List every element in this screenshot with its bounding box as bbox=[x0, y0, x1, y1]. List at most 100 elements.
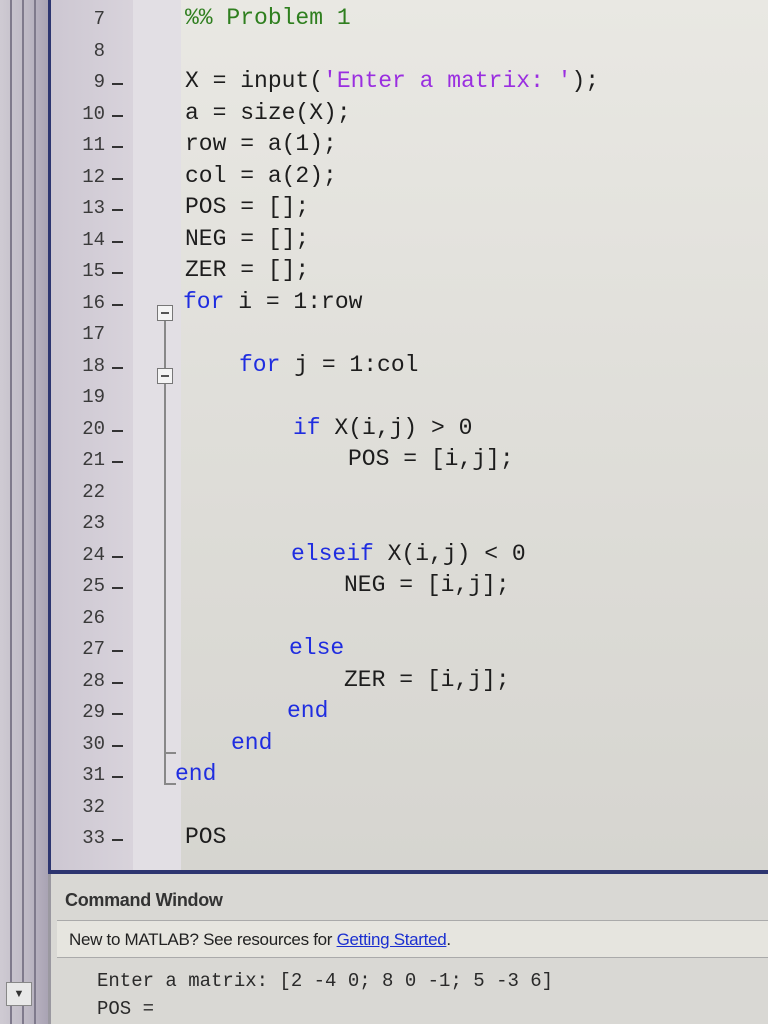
code-token: POS = []; bbox=[185, 194, 310, 220]
code-token: X(i,j) > 0 bbox=[320, 414, 473, 441]
code-token: ); bbox=[571, 68, 600, 94]
breakpoint-marker[interactable] bbox=[112, 681, 123, 684]
code-line[interactable]: else bbox=[289, 635, 344, 661]
left-panel-edge bbox=[0, 0, 48, 1024]
breakpoint-marker[interactable] bbox=[112, 177, 123, 180]
code-token: a = size(X); bbox=[185, 99, 351, 126]
breakpoint-marker[interactable] bbox=[112, 587, 123, 589]
breakpoint-marker[interactable] bbox=[112, 240, 123, 243]
code-token: POS bbox=[185, 824, 227, 850]
code-line[interactable]: ZER = []; bbox=[185, 257, 309, 283]
code-token: NEG = [i,j]; bbox=[344, 572, 510, 598]
code-line[interactable]: for i = 1:row bbox=[183, 289, 362, 315]
code-line[interactable]: if X(i,j) > 0 bbox=[293, 415, 472, 441]
line-number: 18 bbox=[82, 354, 105, 377]
console-line: Enter a matrix: [2 -4 0; 8 0 -1; 5 -3 6] bbox=[97, 970, 554, 992]
line-number: 27 bbox=[82, 638, 105, 660]
breakpoint-marker[interactable] bbox=[112, 209, 123, 211]
code-line[interactable]: ZER = [i,j]; bbox=[344, 667, 510, 693]
breakpoint-marker[interactable] bbox=[112, 744, 123, 747]
keyword-token: end bbox=[231, 729, 273, 756]
code-line[interactable]: NEG = []; bbox=[185, 226, 309, 252]
scroll-down-icon[interactable]: ▼ bbox=[6, 982, 32, 1006]
banner-period: . bbox=[446, 930, 451, 949]
fold-toggle-icon[interactable] bbox=[157, 368, 173, 384]
code-line[interactable]: %% Problem 1 bbox=[185, 5, 351, 31]
keyword-token: end bbox=[287, 698, 329, 724]
code-line[interactable]: POS bbox=[185, 824, 226, 850]
code-token: ZER = [i,j]; bbox=[344, 666, 510, 693]
code-line[interactable]: end bbox=[287, 698, 328, 724]
code-line[interactable]: a = size(X); bbox=[185, 100, 351, 126]
line-number: 13 bbox=[82, 197, 105, 219]
code-line[interactable]: POS = []; bbox=[185, 194, 309, 220]
command-window[interactable]: Command Window New to MATLAB? See resour… bbox=[48, 874, 768, 1024]
breakpoint-marker[interactable] bbox=[112, 776, 123, 778]
comment-token: %% Problem 1 bbox=[185, 5, 351, 31]
breakpoint-marker[interactable] bbox=[112, 83, 123, 85]
banner-message: New to MATLAB? See resources for bbox=[69, 930, 337, 949]
getting-started-link[interactable]: Getting Started bbox=[337, 930, 447, 949]
line-number: 10 bbox=[82, 102, 105, 125]
line-number: 19 bbox=[82, 386, 105, 408]
code-line[interactable]: end bbox=[231, 730, 272, 756]
fold-toggle-icon[interactable] bbox=[157, 305, 173, 321]
breakpoint-marker[interactable] bbox=[112, 114, 123, 117]
code-line[interactable]: POS = [i,j]; bbox=[348, 446, 514, 472]
line-number: 15 bbox=[82, 260, 105, 282]
breakpoint-marker[interactable] bbox=[112, 429, 123, 432]
code-line[interactable]: for j = 1:col bbox=[239, 352, 418, 378]
line-number: 23 bbox=[82, 512, 105, 534]
line-number: 7 bbox=[93, 8, 105, 30]
keyword-token: if bbox=[293, 414, 321, 441]
code-line[interactable]: NEG = [i,j]; bbox=[344, 572, 510, 598]
line-number: 29 bbox=[82, 701, 105, 723]
line-number: 28 bbox=[82, 669, 105, 692]
line-number: 17 bbox=[82, 323, 105, 345]
line-number: 16 bbox=[82, 291, 105, 314]
line-number: 22 bbox=[82, 480, 105, 503]
line-number: 31 bbox=[82, 764, 105, 786]
code-line[interactable]: end bbox=[175, 761, 216, 787]
breakpoint-marker[interactable] bbox=[112, 303, 123, 306]
code-editor[interactable]: 7 %% Problem 1 8 9 X = input('Enter a matrix… bbox=[48, 0, 768, 874]
breakpoint-marker[interactable] bbox=[112, 146, 123, 148]
breakpoint-marker[interactable] bbox=[112, 839, 123, 841]
breakpoint-marker[interactable] bbox=[112, 272, 123, 274]
keyword-token: elseif bbox=[291, 540, 374, 567]
line-number: 25 bbox=[82, 575, 105, 597]
breakpoint-marker[interactable] bbox=[112, 461, 123, 463]
code-line[interactable]: row = a(1); bbox=[185, 131, 337, 157]
fold-guide bbox=[164, 321, 166, 783]
breakpoint-marker[interactable] bbox=[112, 555, 123, 558]
breakpoint-marker[interactable] bbox=[112, 366, 123, 369]
line-number: 21 bbox=[82, 449, 105, 471]
getting-started-banner: New to MATLAB? See resources for Getting… bbox=[57, 920, 768, 958]
line-number: 8 bbox=[93, 39, 105, 62]
code-line[interactable]: elseif X(i,j) < 0 bbox=[291, 541, 526, 567]
line-number: 11 bbox=[82, 134, 105, 156]
line-number: 9 bbox=[93, 71, 105, 93]
keyword-token: for bbox=[239, 351, 281, 378]
fold-guide-end bbox=[164, 752, 176, 754]
divider bbox=[22, 0, 24, 1024]
line-number: 26 bbox=[82, 606, 105, 629]
breakpoint-marker[interactable] bbox=[112, 713, 123, 715]
keyword-token: end bbox=[175, 761, 217, 787]
code-line[interactable]: X = input('Enter a matrix: '); bbox=[185, 68, 599, 94]
code-token: X(i,j) < 0 bbox=[373, 540, 526, 567]
line-number: 33 bbox=[82, 827, 105, 849]
line-number: 24 bbox=[82, 543, 105, 566]
line-number: 30 bbox=[82, 732, 105, 755]
string-token: 'Enter a matrix: ' bbox=[323, 68, 572, 94]
line-number: 32 bbox=[82, 795, 105, 818]
fold-guide-end bbox=[164, 783, 176, 785]
line-number: 14 bbox=[82, 228, 105, 251]
code-token: row = a(1); bbox=[185, 131, 337, 157]
code-token: i = 1:row bbox=[224, 288, 363, 315]
breakpoint-marker[interactable] bbox=[112, 650, 123, 652]
code-line[interactable]: col = a(2); bbox=[185, 163, 337, 189]
code-token: NEG = []; bbox=[185, 225, 310, 252]
banner-text: New to MATLAB? See resources for Getting… bbox=[69, 930, 451, 950]
code-token: col = a(2); bbox=[185, 162, 337, 189]
